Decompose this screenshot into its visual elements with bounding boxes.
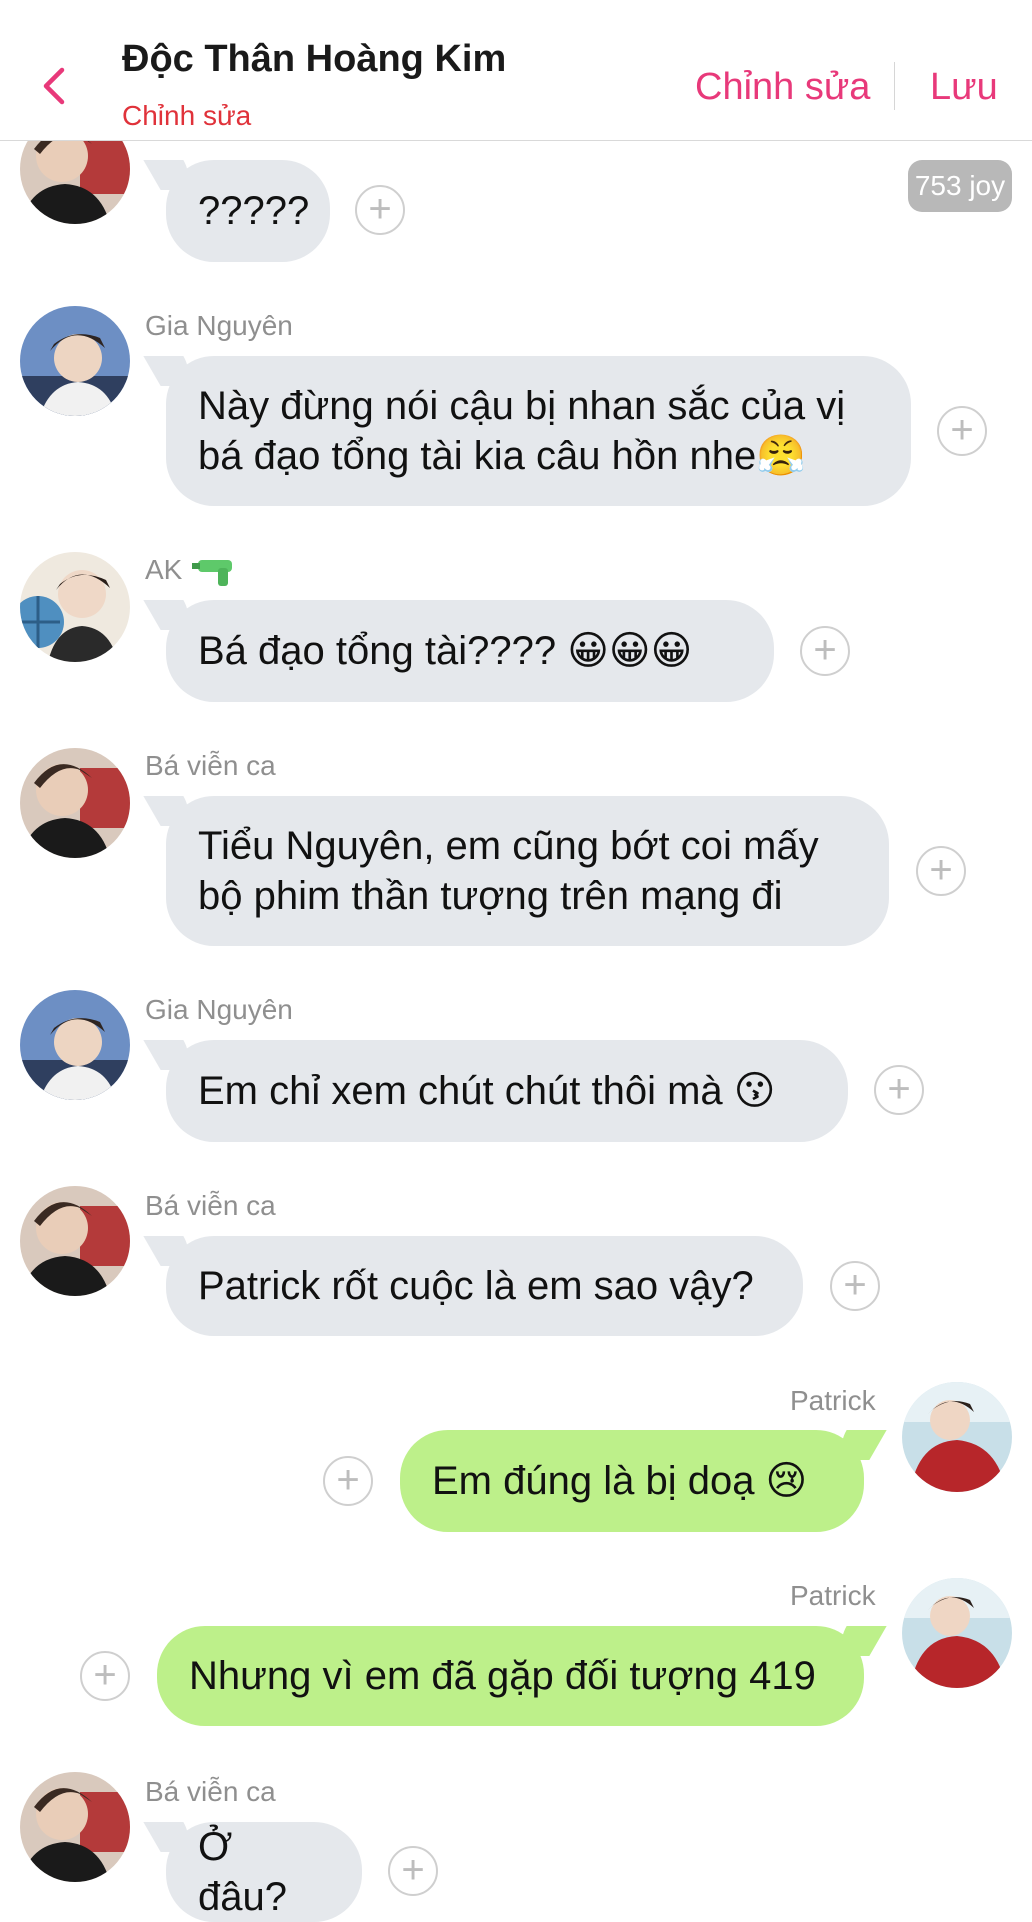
add-reaction-button[interactable]: +	[830, 1261, 880, 1311]
message-bubble[interactable]: Ở đâu?	[166, 1822, 362, 1922]
add-reaction-button[interactable]: +	[355, 185, 405, 235]
nav-header: Độc Thân Hoàng Kim Chỉnh sửa Chỉnh sửa L…	[0, 0, 1032, 141]
add-reaction-button[interactable]: +	[388, 1846, 438, 1896]
message-bubble[interactable]: Tiểu Nguyên, em cũng bớt coi mấy bộ phim…	[166, 796, 889, 946]
sender-name: Patrick	[790, 1580, 876, 1611]
message-bubble[interactable]: Em chỉ xem chút chút thôi mà 😗	[166, 1040, 848, 1142]
avatar-ba-vien-ca[interactable]	[20, 748, 130, 858]
avatar-ak[interactable]	[20, 552, 130, 662]
chat-list: ????? + 753 joy Gia Nguyên Này đừng nói …	[0, 0, 1032, 1922]
sender-name: Bá viễn ca	[145, 1776, 276, 1807]
avatar-ba-vien-ca[interactable]	[20, 1186, 130, 1296]
message-text: Nhưng vì em đã gặp đối tượng 419	[189, 1654, 816, 1698]
save-button[interactable]: Lưu	[930, 66, 998, 109]
message-bubble[interactable]: Bá đạo tổng tài???? 😀😀😀	[166, 600, 774, 702]
add-reaction-button[interactable]: +	[916, 846, 966, 896]
message-bubble[interactable]: Nhưng vì em đã gặp đối tượng 419	[157, 1626, 864, 1726]
message-bubble[interactable]: Này đừng nói cậu bị nhan sắc của vị bá đ…	[166, 356, 911, 506]
avatar-gia-nguyen[interactable]	[20, 990, 130, 1100]
message-text: Này đừng nói cậu bị nhan sắc của vị bá đ…	[198, 384, 846, 478]
avatar-patrick[interactable]	[902, 1578, 1012, 1688]
add-reaction-button[interactable]: +	[323, 1456, 373, 1506]
message-text: Patrick rốt cuộc là em sao vậy?	[198, 1264, 754, 1308]
back-chevron-icon[interactable]	[38, 66, 68, 106]
chat-title: Độc Thân Hoàng Kim	[122, 38, 507, 80]
header-divider	[894, 62, 895, 110]
add-reaction-button[interactable]: +	[80, 1651, 130, 1701]
sender-name: Bá viễn ca	[145, 750, 276, 781]
message-text: Tiểu Nguyên, em cũng bớt coi mấy bộ phim…	[198, 824, 819, 918]
joy-badge: 753 joy	[908, 160, 1012, 212]
add-reaction-button[interactable]: +	[937, 406, 987, 456]
chat-subtitle: Chỉnh sửa	[122, 100, 252, 131]
avatar-ba-vien-ca[interactable]	[20, 1772, 130, 1882]
avatar-patrick[interactable]	[902, 1382, 1012, 1492]
sender-name: Gia Nguyên	[145, 310, 293, 341]
add-reaction-button[interactable]: +	[874, 1065, 924, 1115]
sender-name: AK	[145, 554, 183, 585]
message-text: Em đúng là bị doạ 😢	[432, 1459, 808, 1503]
message-bubble[interactable]: Patrick rốt cuộc là em sao vậy?	[166, 1236, 803, 1336]
sender-name: Bá viễn ca	[145, 1190, 276, 1221]
add-reaction-button[interactable]: +	[800, 626, 850, 676]
sender-name: Patrick	[790, 1385, 876, 1416]
avatar-gia-nguyen[interactable]	[20, 306, 130, 416]
sender-name: Gia Nguyên	[145, 994, 293, 1025]
message-text: ?????	[198, 189, 310, 233]
message-bubble[interactable]: ?????	[166, 160, 330, 262]
water-pistol-icon	[192, 554, 236, 593]
edit-button[interactable]: Chỉnh sửa	[695, 66, 870, 109]
message-text: Ở đâu?	[198, 1825, 287, 1919]
message-text: Em chỉ xem chút chút thôi mà 😗	[198, 1069, 776, 1113]
message-bubble[interactable]: Em đúng là bị doạ 😢	[400, 1430, 864, 1532]
message-text: Bá đạo tổng tài???? 😀😀😀	[198, 629, 693, 673]
